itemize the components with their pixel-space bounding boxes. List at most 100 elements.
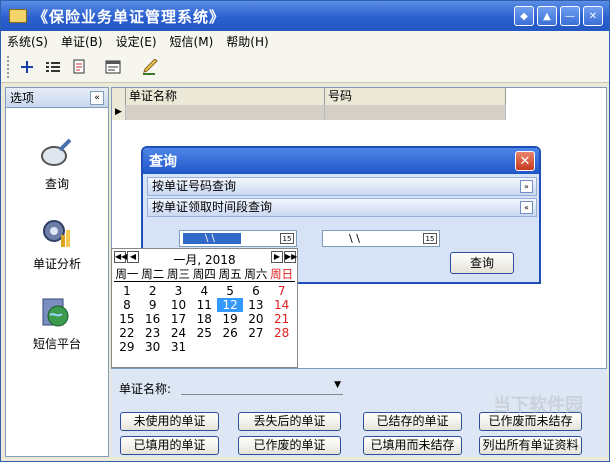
weekday-label: 周日 bbox=[270, 267, 294, 281]
calendar-day[interactable]: 5 bbox=[217, 284, 243, 298]
calendar-day[interactable]: 26 bbox=[217, 326, 243, 340]
weekday-label: 周六 bbox=[244, 267, 268, 281]
expand-icon[interactable]: » bbox=[520, 180, 533, 193]
weekday-label: 周二 bbox=[141, 267, 165, 281]
plus-icon[interactable] bbox=[16, 56, 38, 78]
sidebar-item-analysis[interactable]: 单证分析 bbox=[6, 216, 108, 272]
calendar-day[interactable]: 22 bbox=[114, 326, 140, 340]
calendar-day[interactable]: 8 bbox=[114, 298, 140, 312]
options-sidebar: 选项 « 查询 单证分析 短信平台 bbox=[5, 87, 109, 457]
sidebar-collapse-button[interactable]: « bbox=[90, 90, 104, 105]
close-button[interactable]: ✕ bbox=[583, 6, 603, 26]
menu-sms[interactable]: 短信(M) bbox=[170, 33, 214, 50]
calendar-day[interactable]: 6 bbox=[243, 284, 269, 298]
unused-documents-button[interactable]: 未使用的单证 bbox=[120, 412, 219, 431]
calendar-day[interactable]: 21 bbox=[269, 312, 295, 326]
calendar-day[interactable]: 15 bbox=[114, 312, 140, 326]
dialog-close-button[interactable]: ✕ bbox=[515, 151, 535, 171]
calendar-day[interactable]: 2 bbox=[140, 284, 166, 298]
calendar-day[interactable]: 13 bbox=[243, 298, 269, 312]
calendar-icon[interactable]: 15 bbox=[423, 233, 437, 244]
calendar-day[interactable]: 3 bbox=[166, 284, 192, 298]
sidebar-item-label: 查询 bbox=[44, 177, 69, 191]
sidebar-item-query[interactable]: 查询 bbox=[6, 136, 108, 192]
calendar-day[interactable]: 25 bbox=[191, 326, 217, 340]
menu-system[interactable]: 系统(S) bbox=[7, 33, 48, 50]
calendar-day[interactable]: 30 bbox=[140, 340, 166, 354]
document-icon[interactable] bbox=[68, 56, 90, 78]
document-name-select[interactable]: ▼ bbox=[181, 380, 343, 395]
calendar-day[interactable]: 31 bbox=[166, 340, 192, 354]
help-button[interactable]: ◆ bbox=[514, 6, 534, 26]
calendar-day[interactable]: 4 bbox=[191, 284, 217, 298]
calendar-day[interactable]: 23 bbox=[140, 326, 166, 340]
calendar-day[interactable]: 18 bbox=[191, 312, 217, 326]
calendar-day[interactable]: 27 bbox=[243, 326, 269, 340]
calendar-day[interactable]: 7 bbox=[269, 284, 295, 298]
calendar-day[interactable]: 9 bbox=[140, 298, 166, 312]
calendar-day[interactable]: 20 bbox=[243, 312, 269, 326]
sidebar-item-sms[interactable]: 短信平台 bbox=[6, 296, 108, 352]
restore-button[interactable]: ▲ bbox=[537, 6, 557, 26]
filled-unsettled-button[interactable]: 已填用而未结存 bbox=[363, 436, 462, 455]
calendar-week: 22 23 24 25 26 27 28 bbox=[114, 326, 295, 340]
calendar-days: 1 2 3 4 5 6 7 8 9 10 11 12 13 14 15 16 17 18 19 20 21 22 23 24 2… bbox=[114, 284, 295, 354]
calendar-day[interactable]: 28 bbox=[269, 326, 295, 340]
minimize-button[interactable]: — bbox=[560, 6, 580, 26]
pencil-icon[interactable] bbox=[140, 56, 162, 78]
title-bar: 《保险业务单证管理系统》 ◆ ▲ — ✕ bbox=[1, 1, 609, 31]
section-label: 按单证号码查询 bbox=[152, 179, 237, 193]
list-icon[interactable] bbox=[42, 56, 64, 78]
date-to-picker[interactable]: \ \ 15 bbox=[322, 230, 440, 247]
calendar-day[interactable]: 14 bbox=[269, 298, 295, 312]
filled-documents-button[interactable]: 已填用的单证 bbox=[120, 436, 219, 455]
next-year-button[interactable]: ▶▶ bbox=[284, 251, 297, 263]
calendar-day[interactable]: 24 bbox=[166, 326, 192, 340]
next-month-button[interactable]: ▶ bbox=[271, 251, 283, 263]
calendar-day[interactable]: 11 bbox=[191, 298, 217, 312]
document-name-label: 单证名称: bbox=[119, 382, 172, 396]
prev-year-button[interactable]: ◀◀ bbox=[114, 251, 127, 263]
calendar-day[interactable]: 19 bbox=[217, 312, 243, 326]
calendar-day[interactable]: 1 bbox=[114, 284, 140, 298]
section-query-by-number[interactable]: 按单证号码查询 » bbox=[147, 177, 537, 196]
menu-help[interactable]: 帮助(H) bbox=[226, 33, 268, 50]
section-query-by-period[interactable]: 按单证领取时间段查询 « bbox=[147, 198, 537, 217]
lost-documents-button[interactable]: 丢失后的单证 bbox=[238, 412, 341, 431]
cell-document-name[interactable] bbox=[126, 105, 325, 120]
collapse-icon[interactable]: « bbox=[520, 201, 533, 214]
form-icon[interactable] bbox=[102, 56, 124, 78]
calendar-day-empty bbox=[191, 340, 217, 354]
calendar-icon[interactable]: 15 bbox=[280, 233, 294, 244]
app-icon bbox=[9, 9, 27, 23]
menu-document[interactable]: 单证(B) bbox=[61, 33, 103, 50]
settled-documents-button[interactable]: 已结存的单证 bbox=[363, 412, 462, 431]
calendar-week: 29 30 31 bbox=[114, 340, 295, 354]
dialog-title-bar: 查询 bbox=[143, 148, 539, 174]
calendar-day-empty bbox=[243, 340, 269, 354]
calendar-day[interactable]: 10 bbox=[166, 298, 192, 312]
calendar-month-title: 一月, 2018 bbox=[173, 253, 236, 267]
cell-number[interactable] bbox=[325, 105, 506, 120]
dialog-title: 查询 bbox=[149, 154, 177, 170]
date-from-value: \ \ bbox=[183, 233, 241, 244]
calendar-day[interactable]: 16 bbox=[140, 312, 166, 326]
row-marker: ▶ bbox=[112, 105, 126, 120]
query-button[interactable]: 查询 bbox=[450, 252, 514, 274]
calendar-day[interactable]: 12 bbox=[217, 298, 243, 312]
weekday-label: 周三 bbox=[166, 267, 190, 281]
magnifier-icon bbox=[40, 136, 74, 170]
voided-documents-button[interactable]: 已作废的单证 bbox=[238, 436, 341, 455]
date-from-picker[interactable]: \ \ 15 bbox=[179, 230, 297, 247]
menu-settings[interactable]: 设定(E) bbox=[116, 33, 157, 50]
table-row[interactable]: ▶ bbox=[112, 105, 506, 120]
column-document-name[interactable]: 单证名称 bbox=[126, 88, 325, 105]
prev-month-button[interactable]: ◀ bbox=[127, 251, 139, 263]
app-title: 《保险业务单证管理系统》 bbox=[33, 7, 226, 26]
list-all-documents-button[interactable]: 列出所有单证资料 bbox=[479, 436, 582, 455]
sidebar-title: 选项 bbox=[10, 91, 35, 105]
column-number[interactable]: 号码 bbox=[325, 88, 506, 105]
calendar-day[interactable]: 29 bbox=[114, 340, 140, 354]
calendar-day[interactable]: 17 bbox=[166, 312, 192, 326]
menu-bar: 系统(S) 单证(B) 设定(E) 短信(M) 帮助(H) bbox=[1, 31, 609, 51]
